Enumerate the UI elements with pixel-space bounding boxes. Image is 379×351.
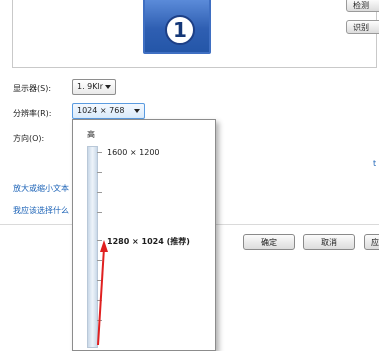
red-arrow-annotation <box>97 240 108 346</box>
help-choose-link[interactable]: 我应该选择什么 <box>13 205 71 216</box>
monitor-number-badge: 1 <box>165 15 195 45</box>
resolution-dropdown: 高 1600 × 1200 1280 × 1024 (推荐) <box>72 119 216 351</box>
ok-button[interactable]: 确定 <box>243 234 295 250</box>
cancel-button[interactable]: 取消 <box>303 234 355 250</box>
orientation-label: 方向(O): <box>13 134 45 143</box>
advanced-link-fragment[interactable]: t <box>373 159 376 168</box>
resolution-select[interactable]: 1024 × 768 <box>72 103 145 119</box>
enlarge-text-link[interactable]: 放大或缩小文本 <box>13 183 71 194</box>
chevron-down-icon <box>134 109 140 113</box>
resolution-label: 分辨率(R): <box>13 109 52 118</box>
resolution-select-value: 1024 × 768 <box>77 106 125 115</box>
identify-button[interactable]: 识别 <box>346 20 379 34</box>
display-select[interactable]: 1. 9Klr <box>72 79 116 95</box>
chevron-down-icon <box>105 85 111 89</box>
apply-button[interactable]: 应 <box>364 234 379 250</box>
monitor-icon[interactable]: 1 <box>143 0 211 54</box>
detect-button[interactable]: 检测 <box>346 0 379 12</box>
display-select-value: 1. 9Klr <box>77 82 104 91</box>
display-label: 显示器(S): <box>13 84 52 93</box>
